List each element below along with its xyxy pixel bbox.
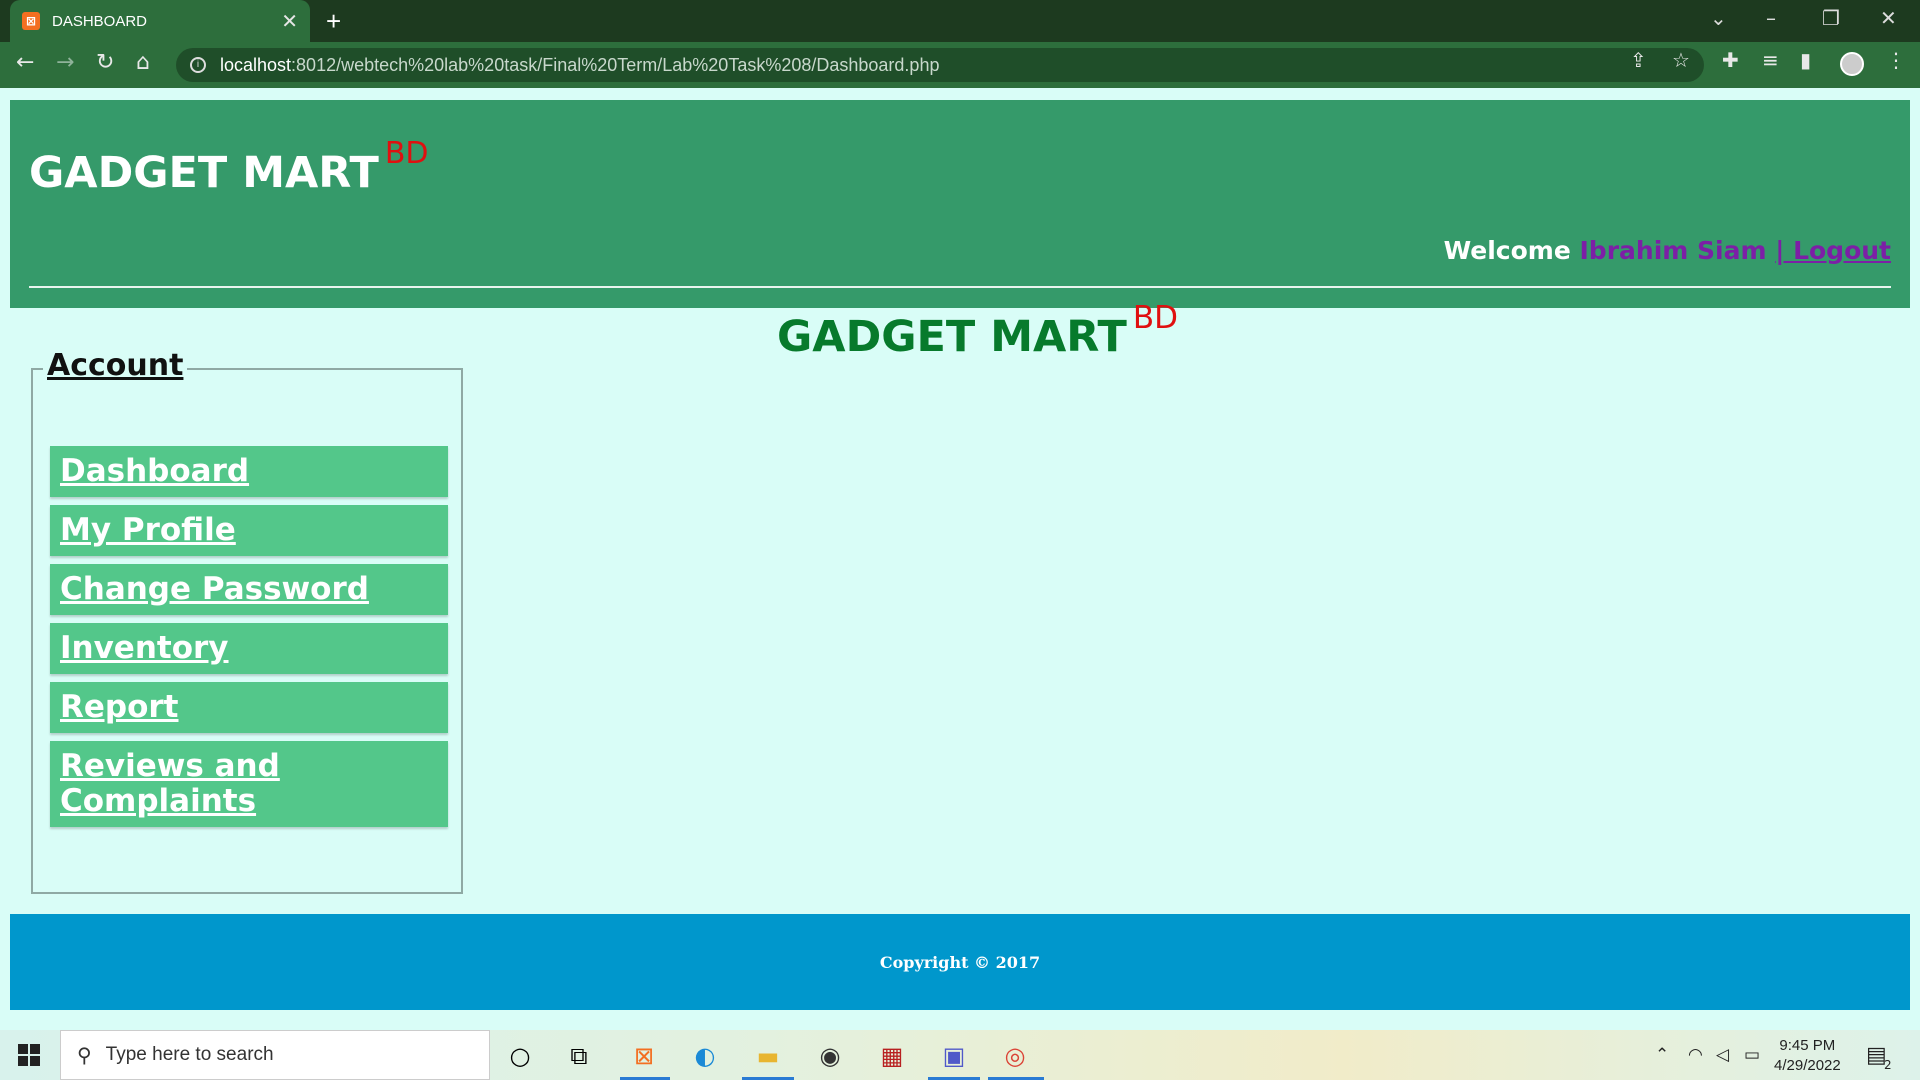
battery-icon[interactable]: ▭: [1744, 1045, 1760, 1065]
sidebar-item-my-profile[interactable]: My Profile: [50, 505, 448, 556]
profile-avatar[interactable]: [1840, 52, 1864, 76]
welcome-label: Welcome: [1443, 236, 1571, 265]
home-icon[interactable]: ⌂: [136, 50, 150, 75]
browser-titlebar: ⊠ DASHBOARD ✕ + ⌄ – ❐ ✕: [0, 0, 1920, 42]
windows-start-icon[interactable]: [18, 1044, 40, 1066]
copyright-text: Copyright © 2017: [879, 952, 1041, 972]
welcome-bar: Welcome Ibrahim Siam | Logout: [1444, 236, 1891, 265]
taskbar-search-input[interactable]: ⚲ Type here to search: [60, 1030, 490, 1080]
site-header: GADGET MART BD Welcome Ibrahim Siam | Log…: [10, 100, 1910, 308]
notification-count: 2: [1884, 1058, 1892, 1072]
reading-list-icon[interactable]: ≡: [1762, 48, 1779, 72]
sidebar-item-reviews-and-complaints[interactable]: Reviews and Complaints: [50, 741, 448, 827]
logo-sup: BD: [384, 136, 429, 171]
url-path: :8012/webtech%20lab%20task/Final%20Term/…: [291, 54, 940, 75]
sidebar-item-change-password[interactable]: Change Password: [50, 564, 448, 615]
close-window-icon[interactable]: ✕: [1880, 6, 1897, 30]
site-logo: GADGET MART BD: [29, 136, 429, 198]
restore-icon[interactable]: ❐: [1822, 6, 1840, 30]
sidebar-item-inventory[interactable]: Inventory: [50, 623, 448, 674]
task-view-icon[interactable]: ⧉: [563, 1040, 595, 1072]
browser-toolbar: ← → ↻ ⌂ i localhost:8012/webtech%20lab%2…: [0, 42, 1920, 88]
user-name: Ibrahim Siam: [1579, 236, 1767, 265]
sidebar-item-label[interactable]: Dashboard: [60, 453, 249, 489]
xampp-app-icon[interactable]: ⊠: [628, 1040, 660, 1072]
search-icon: ⚲: [77, 1044, 92, 1067]
close-tab-icon[interactable]: ✕: [281, 9, 298, 33]
edge-icon[interactable]: ◐: [689, 1040, 721, 1072]
account-panel: Account Dashboard My Profile Change Pass…: [31, 348, 463, 894]
side-panel-icon[interactable]: ▮: [1800, 48, 1811, 72]
main-title: GADGET MART BD: [777, 300, 1178, 362]
tab-title: DASHBOARD: [52, 12, 148, 30]
windows-taskbar: ⚲ Type here to search ○ ⧉ ⊠ ◐ ▬ ◉ ▦ ▣ ◎ …: [0, 1030, 1920, 1080]
account-menu: Dashboard My Profile Change Password Inv…: [50, 446, 448, 835]
site-info-icon[interactable]: i: [190, 57, 206, 73]
extensions-icon[interactable]: ✚: [1722, 48, 1739, 72]
sidebar-item-label[interactable]: Report: [60, 689, 179, 725]
main-title-sup: BD: [1132, 300, 1178, 336]
page-viewport: GADGET MART BD Welcome Ibrahim Siam | Log…: [0, 88, 1920, 1030]
main-title-text: GADGET MART: [777, 312, 1127, 362]
show-hidden-icons-icon[interactable]: ⌃: [1655, 1045, 1669, 1065]
tab-search-icon[interactable]: ⌄: [1710, 6, 1727, 30]
logout-link[interactable]: | Logout: [1775, 236, 1891, 265]
xampp-favicon-icon: ⊠: [22, 12, 40, 30]
cortana-icon[interactable]: ○: [504, 1040, 536, 1072]
sidebar-item-report[interactable]: Report: [50, 682, 448, 733]
network-icon[interactable]: ◠: [1688, 1045, 1703, 1065]
share-icon[interactable]: ⇪: [1630, 48, 1647, 72]
search-placeholder: Type here to search: [105, 1044, 274, 1065]
site-footer: Copyright © 2017: [10, 914, 1910, 1010]
obs-icon[interactable]: ◉: [814, 1040, 846, 1072]
reload-icon[interactable]: ↻: [96, 50, 114, 75]
chrome-icon[interactable]: ◎: [999, 1040, 1031, 1072]
bookmark-star-icon[interactable]: ☆: [1672, 48, 1690, 72]
sidebar-item-label[interactable]: Change Password: [60, 571, 369, 607]
store-app-icon[interactable]: ▦: [876, 1040, 908, 1072]
minimize-icon[interactable]: –: [1766, 6, 1776, 30]
sidebar-item-label[interactable]: Inventory: [60, 630, 229, 666]
new-tab-icon[interactable]: +: [326, 6, 341, 37]
header-divider: [29, 286, 1891, 288]
volume-icon[interactable]: ◁: [1716, 1045, 1729, 1065]
teams-icon[interactable]: ▣: [938, 1040, 970, 1072]
clock-time: 9:45 PM: [1779, 1037, 1836, 1054]
logo-main: GADGET MART: [29, 148, 379, 198]
clock-date: 4/29/2022: [1774, 1057, 1841, 1074]
address-bar[interactable]: i localhost:8012/webtech%20lab%20task/Fi…: [176, 48, 1704, 82]
url-host: localhost: [220, 54, 292, 75]
file-explorer-icon[interactable]: ▬: [752, 1040, 784, 1072]
sidebar-item-label[interactable]: My Profile: [60, 512, 236, 548]
forward-icon[interactable]: →: [56, 50, 74, 75]
sidebar-item-label[interactable]: Reviews and Complaints: [60, 749, 300, 819]
menu-kebab-icon[interactable]: ⋮: [1886, 48, 1906, 72]
sidebar-item-dashboard[interactable]: Dashboard: [50, 446, 448, 497]
taskbar-clock[interactable]: 9:45 PM 4/29/2022: [1774, 1036, 1841, 1076]
account-legend: Account: [43, 348, 188, 383]
browser-tab[interactable]: ⊠ DASHBOARD ✕: [10, 0, 310, 42]
back-icon[interactable]: ←: [16, 50, 34, 75]
